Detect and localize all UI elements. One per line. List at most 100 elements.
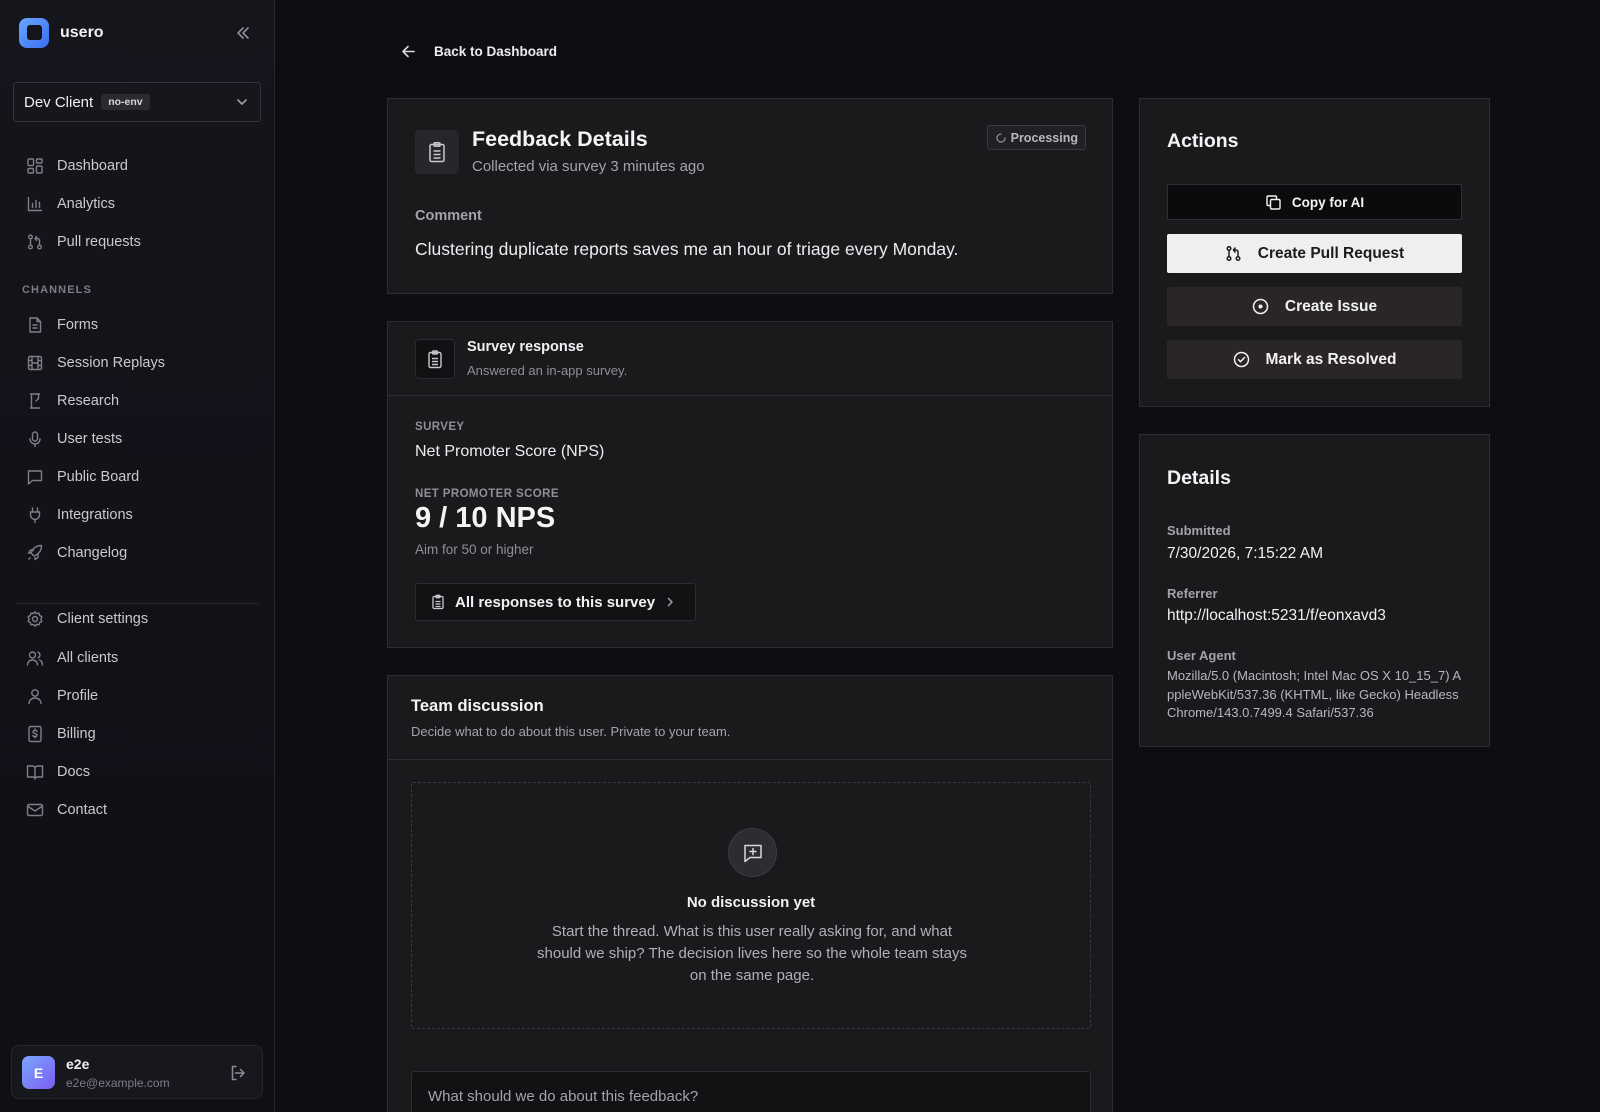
nav-item-forms[interactable]: Forms	[26, 312, 256, 338]
copy-for-ai-label: Copy for AI	[1291, 194, 1365, 210]
clipboard-icon	[430, 594, 446, 610]
empty-state-text: Start the thread. What is this user real…	[537, 923, 967, 984]
brand[interactable]: usero	[19, 17, 104, 48]
nav-divider	[15, 603, 259, 604]
nav-item-user-tests[interactable]: User tests	[26, 426, 256, 452]
nps-label: NET PROMOTER SCORE	[415, 488, 559, 500]
nav-item-dashboard[interactable]: Dashboard	[26, 153, 256, 179]
empty-state-title: No discussion yet	[686, 894, 816, 911]
status-badge: Processing	[986, 125, 1086, 150]
message-plus-icon	[728, 828, 777, 877]
nav-label: Dashboard	[57, 158, 128, 174]
comment-text: Clustering duplicate reports saves me an…	[415, 239, 959, 259]
nav-label: Integrations	[57, 507, 133, 523]
nps-value: 9 / 10 NPS	[415, 502, 556, 534]
nav-item-docs[interactable]: Docs	[26, 759, 256, 785]
nav-item-changelog[interactable]: Changelog	[26, 540, 256, 566]
discussion-input[interactable]	[411, 1071, 1091, 1112]
survey-name: Net Promoter Score (NPS)	[415, 443, 605, 460]
nav-label: Profile	[57, 688, 99, 704]
sidebar: usero Dev Client no-env Dashboard Analyt…	[0, 0, 275, 1112]
mark-as-resolved-label: Mark as Resolved	[1265, 350, 1397, 368]
nav-item-profile[interactable]: Profile	[26, 683, 256, 709]
nav-item-contact[interactable]: Contact	[26, 797, 256, 823]
survey-header: Survey response Answered an in-app surve…	[388, 322, 1112, 396]
create-issue-label: Create Issue	[1284, 297, 1378, 315]
details-card: Details Submitted 7/30/2026, 7:15:22 AM …	[1139, 434, 1490, 747]
hourglass-icon	[26, 392, 44, 410]
book-icon	[26, 763, 44, 781]
nav-label: Billing	[57, 726, 96, 742]
logout-icon[interactable]	[229, 1064, 247, 1082]
user-icon	[26, 687, 44, 705]
team-discussion-card: Team discussion Decide what to do about …	[387, 675, 1113, 1112]
survey-card-subtitle: Answered an in-app survey.	[467, 363, 628, 378]
copy-icon	[1265, 194, 1282, 211]
collapse-sidebar-icon[interactable]	[233, 23, 253, 43]
page-title: Feedback Details	[472, 127, 648, 151]
brand-logo	[19, 17, 49, 48]
chevron-right-icon	[664, 596, 676, 608]
create-issue-button[interactable]: Create Issue	[1167, 287, 1462, 326]
rocket-icon	[26, 544, 44, 562]
nav-item-pull-requests[interactable]: Pull requests	[26, 229, 256, 255]
dashboard-icon	[26, 157, 44, 175]
message-square-icon	[26, 468, 44, 486]
env-badge: no-env	[101, 94, 150, 110]
mail-icon	[26, 801, 44, 819]
nav-item-all-clients[interactable]: All clients	[26, 645, 256, 671]
gear-icon	[26, 610, 44, 628]
back-to-dashboard-link[interactable]: Back to Dashboard	[400, 43, 557, 60]
film-icon	[26, 354, 44, 372]
nav-label: Analytics	[57, 196, 116, 212]
referrer-value: http://localhost:5231/f/eonxavd3	[1167, 607, 1386, 624]
survey-card-title: Survey response	[467, 339, 584, 355]
all-responses-button[interactable]: All responses to this survey	[415, 583, 696, 621]
user-agent-value: Mozilla/5.0 (Macintosh; Intel Mac OS X 1…	[1167, 668, 1462, 720]
spinner-icon	[995, 132, 1007, 144]
file-text-icon	[26, 316, 44, 334]
submitted-label: Submitted	[1167, 523, 1231, 538]
nav-item-client-settings[interactable]: Client settings	[26, 606, 256, 632]
avatar[interactable]: E	[22, 1056, 55, 1089]
survey-label: SURVEY	[415, 421, 465, 433]
arrow-left-icon	[400, 43, 417, 60]
user-name: e2e	[66, 1056, 90, 1072]
create-pull-request-button[interactable]: Create Pull Request	[1167, 234, 1462, 273]
status-label: Processing	[1010, 130, 1078, 145]
nav-item-integrations[interactable]: Integrations	[26, 502, 256, 528]
nav-label: Docs	[57, 764, 91, 780]
check-circle-icon	[1233, 351, 1250, 368]
users-icon	[26, 649, 44, 667]
copy-for-ai-button[interactable]: Copy for AI	[1167, 184, 1462, 220]
nav-label: Changelog	[57, 545, 128, 561]
channels-heading: CHANNELS	[22, 284, 92, 296]
nav-label: Pull requests	[57, 234, 141, 250]
back-link-label: Back to Dashboard	[434, 44, 558, 59]
mark-as-resolved-button[interactable]: Mark as Resolved	[1167, 340, 1462, 379]
user-email: e2e@example.com	[66, 1076, 170, 1090]
details-title: Details	[1167, 467, 1231, 489]
client-selector[interactable]: Dev Client no-env	[13, 82, 261, 122]
nav-item-analytics[interactable]: Analytics	[26, 191, 256, 217]
survey-response-card: Survey response Answered an in-app surve…	[387, 321, 1113, 648]
actions-title: Actions	[1167, 130, 1239, 152]
plug-icon	[26, 506, 44, 524]
nav-label: All clients	[57, 650, 119, 666]
feedback-details-card: Feedback Details Collected via survey 3 …	[387, 98, 1113, 294]
nav-item-public-board[interactable]: Public Board	[26, 464, 256, 490]
clipboard-icon	[415, 339, 455, 379]
actions-card: Actions Copy for AI Create Pull Request …	[1139, 98, 1490, 407]
comment-label: Comment	[415, 208, 482, 224]
nav-item-session-replays[interactable]: Session Replays	[26, 350, 256, 376]
referrer-label: Referrer	[1167, 586, 1218, 601]
clipboard-icon	[415, 130, 459, 174]
circle-dot-icon	[1252, 298, 1269, 315]
nav-item-billing[interactable]: Billing	[26, 721, 256, 747]
nav-label: Contact	[57, 802, 107, 818]
nav-label: Session Replays	[57, 355, 165, 371]
chevron-down-icon	[234, 94, 250, 110]
user-card: E e2e e2e@example.com	[11, 1045, 263, 1099]
nps-hint: Aim for 50 or higher	[415, 542, 534, 557]
nav-item-research[interactable]: Research	[26, 388, 256, 414]
